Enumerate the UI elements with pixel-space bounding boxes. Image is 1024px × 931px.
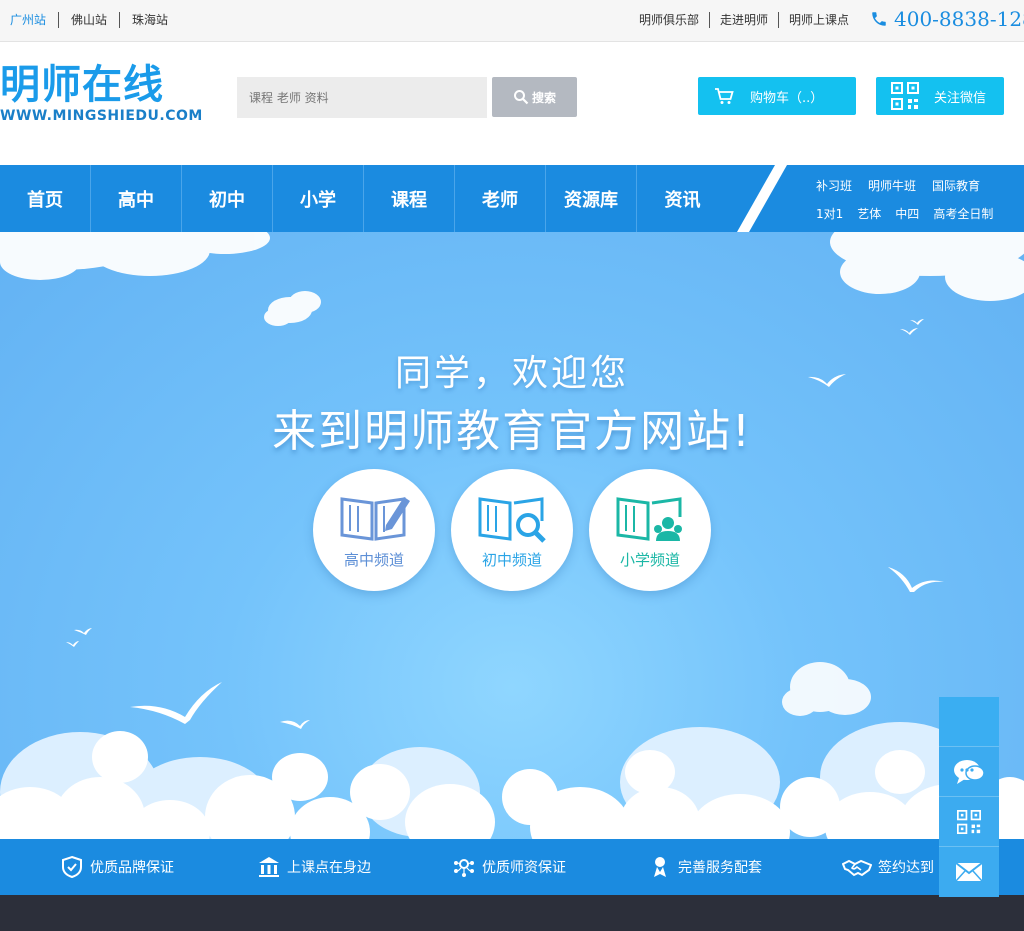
nav-home[interactable]: 首页 (0, 165, 91, 232)
wechat-label: 关注微信 (934, 90, 987, 106)
feature-contract: 签约达到 (842, 839, 934, 895)
sub-nav: 补习班 明师牛班 国际教育 1对1 艺体 中四 高考全日制 (816, 165, 1007, 227)
feature-location: 上课点在身边 (257, 839, 371, 895)
shield-icon (62, 855, 82, 879)
qrcode-icon (957, 809, 981, 834)
wechat-follow-button[interactable]: 关注微信 (876, 77, 1004, 115)
subnav-one-on-one[interactable]: 1对1 (816, 205, 843, 222)
chat-icon (954, 759, 985, 784)
link-locations[interactable]: 明师上课点 (778, 12, 859, 28)
building-icon (259, 857, 279, 877)
link-about[interactable]: 走进明师 (709, 12, 778, 28)
phone-number: 400-8838-128 (894, 7, 1024, 31)
nav-middle-school[interactable]: 初中 (182, 165, 273, 232)
search-button-label: 搜索 (531, 90, 556, 105)
nav-divider-slash (737, 165, 787, 232)
mail-icon (955, 862, 983, 882)
feature-service-label: 完善服务配套 (678, 860, 762, 876)
search-icon (513, 90, 529, 105)
book-people-icon (616, 497, 682, 541)
subnav-international[interactable]: 国际教育 (932, 177, 980, 194)
person-icon (654, 857, 666, 877)
hotline: 400-8838-128 (870, 7, 1024, 31)
channel-high-school[interactable]: 高中频道 (313, 469, 435, 591)
side-qrcode-button[interactable] (939, 797, 999, 847)
side-float-toolbar (939, 697, 999, 897)
features-bar: 优质品牌保证 上课点在身边 优质师资保证 完善服务配套 签约达到 (0, 839, 1024, 895)
top-bar: 广州站 佛山站 珠海站 明师俱乐部 走进明师 明师上课点 400-8838-12… (0, 0, 1024, 42)
search-input[interactable] (237, 77, 487, 118)
subnav-gaokao-fulltime[interactable]: 高考全日制 (933, 205, 993, 222)
channel-high-school-label: 高中频道 (343, 551, 404, 569)
channel-primary-school-label: 小学频道 (619, 551, 680, 569)
feature-brand: 优质品牌保证 (60, 839, 174, 895)
feature-teachers: 优质师资保证 (452, 839, 566, 895)
search-button[interactable]: 搜索 (492, 77, 577, 117)
channel-middle-school-label: 初中频道 (481, 551, 542, 569)
feature-teachers-label: 优质师资保证 (482, 860, 566, 876)
subnav-arts-sports[interactable]: 艺体 (857, 205, 881, 222)
book-pencil-icon (340, 497, 410, 541)
station-guangzhou[interactable]: 广州站 (10, 12, 58, 28)
feature-service: 完善服务配套 (648, 839, 762, 895)
nav-resources[interactable]: 资源库 (546, 165, 637, 232)
top-links: 明师俱乐部 走进明师 明师上课点 (639, 12, 859, 28)
logo-text: 明师在线 (0, 62, 164, 108)
station-zhuhai[interactable]: 珠海站 (119, 12, 180, 28)
logo-domain: WWW.MINGSHIEDU.COM (0, 108, 203, 124)
link-club[interactable]: 明师俱乐部 (639, 12, 709, 28)
teacher-icon (454, 859, 474, 877)
side-top-blank (939, 697, 999, 747)
subnav-tutoring[interactable]: 补习班 (816, 177, 852, 194)
subnav-form-four[interactable]: 中四 (895, 205, 919, 222)
subnav-star-class[interactable]: 明师牛班 (868, 177, 916, 194)
cart-icon (715, 88, 734, 104)
channel-primary-school[interactable]: 小学频道 (589, 469, 711, 591)
nav-high-school[interactable]: 高中 (91, 165, 182, 232)
feature-location-label: 上课点在身边 (287, 860, 371, 876)
nav-courses[interactable]: 课程 (364, 165, 455, 232)
feature-brand-label: 优质品牌保证 (90, 860, 174, 876)
qrcode-icon (891, 82, 919, 110)
station-foshan[interactable]: 佛山站 (58, 12, 119, 28)
station-links: 广州站 佛山站 珠海站 (10, 12, 180, 28)
greeting-line-2: 来到明师教育官方网站! (272, 406, 752, 457)
handshake-icon (842, 859, 872, 877)
nav-news[interactable]: 资讯 (637, 165, 728, 232)
feature-contract-label: 签约达到 (878, 860, 934, 876)
book-magnifier-icon (478, 497, 546, 543)
cart-button[interactable]: 购物车（..） (698, 77, 856, 115)
hero-banner: 同学，欢迎您 来到明师教育官方网站! 高中频道 初中频道 小学频道 (0, 232, 1024, 839)
greeting-line-1: 同学，欢迎您 (394, 353, 629, 394)
main-nav: 首页 高中 初中 小学 课程 老师 资源库 资讯 补习班 明师牛班 国际教育 1… (0, 165, 1024, 232)
phone-icon (872, 12, 886, 26)
cart-label: 购物车（..） (750, 90, 824, 106)
side-mail-button[interactable] (939, 847, 999, 897)
site-logo[interactable]: 明师在线 WWW.MINGSHIEDU.COM (0, 62, 203, 124)
footer-strip (0, 895, 1024, 931)
channel-middle-school[interactable]: 初中频道 (451, 469, 573, 591)
nav-primary-school[interactable]: 小学 (273, 165, 364, 232)
nav-teachers[interactable]: 老师 (455, 165, 546, 232)
side-chat-button[interactable] (939, 747, 999, 797)
